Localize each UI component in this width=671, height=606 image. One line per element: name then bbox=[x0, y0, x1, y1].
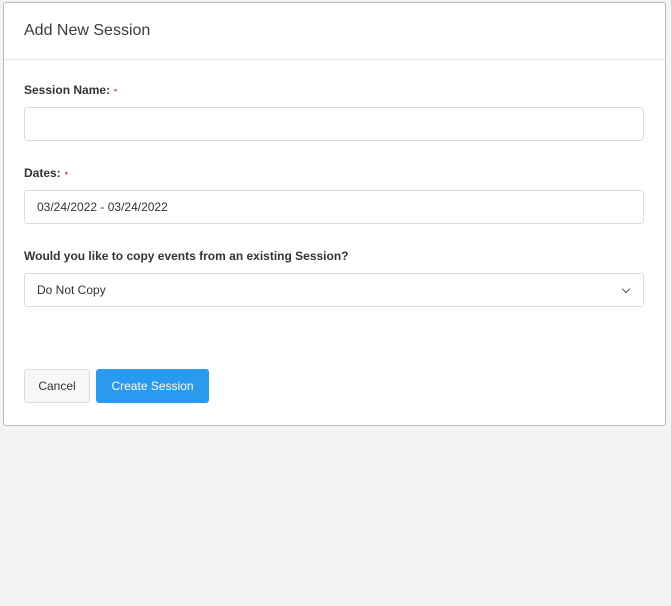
session-name-label-text: Session Name: bbox=[24, 83, 111, 97]
dates-label-text: Dates: bbox=[24, 166, 61, 180]
date-range-input[interactable]: 03/24/2022 - 03/24/2022 bbox=[24, 190, 644, 224]
copy-events-label: Would you like to copy events from an ex… bbox=[24, 249, 349, 263]
session-name-group: Session Name: • bbox=[24, 82, 117, 98]
required-indicator: • bbox=[64, 167, 68, 178]
session-name-label: Session Name: • bbox=[24, 82, 117, 98]
modal-header: Add New Session bbox=[4, 3, 665, 60]
copy-events-select[interactable]: Do Not Copy bbox=[24, 273, 644, 307]
cancel-button[interactable]: Cancel bbox=[24, 369, 90, 403]
chevron-down-icon bbox=[621, 284, 631, 293]
copy-events-selected-value: Do Not Copy bbox=[37, 283, 106, 297]
modal-footer-actions: Cancel Create Session bbox=[24, 369, 209, 403]
add-session-modal: Add New Session Session Name: • Dates: •… bbox=[3, 2, 666, 426]
session-name-input[interactable] bbox=[24, 107, 644, 141]
required-indicator: • bbox=[114, 84, 118, 95]
copy-events-group: Would you like to copy events from an ex… bbox=[24, 248, 349, 264]
dates-label: Dates: • bbox=[24, 165, 68, 181]
create-session-button[interactable]: Create Session bbox=[96, 369, 209, 403]
date-range-value: 03/24/2022 - 03/24/2022 bbox=[37, 200, 168, 214]
dates-group: Dates: • bbox=[24, 165, 68, 181]
modal-title: Add New Session bbox=[24, 22, 151, 39]
